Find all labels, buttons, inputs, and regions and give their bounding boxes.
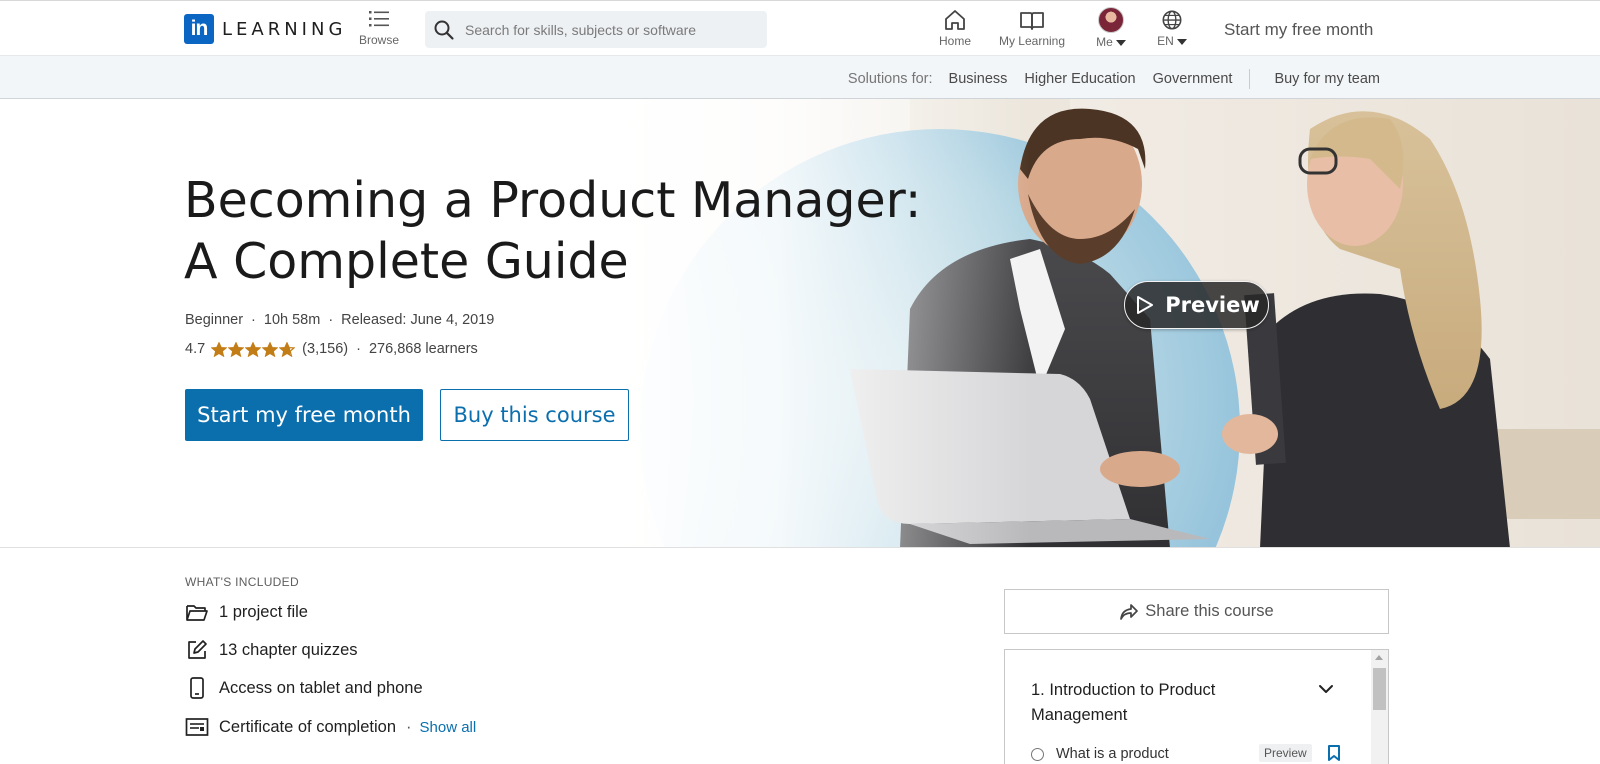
course-meta: Beginner · 10h 58m · Released: June 4, 2019 <box>185 312 495 328</box>
nav-language-label: EN <box>1157 34 1174 48</box>
solutions-higher-education-link[interactable]: Higher Education <box>1024 71 1135 87</box>
nav-my-learning-label: My Learning <box>998 34 1066 48</box>
whats-included-heading: WHAT'S INCLUDED <box>185 575 299 589</box>
hero-fade <box>610 99 1030 547</box>
star-icon <box>279 341 296 357</box>
rating-value: 4.7 <box>185 341 206 357</box>
share-icon <box>1120 603 1139 620</box>
globe-icon <box>1162 10 1182 30</box>
top-navigation: in LEARNING Browse Home My Learning <box>0 0 1600 56</box>
solutions-bar: Solutions for: Business Higher Education… <box>0 56 1600 99</box>
buy-for-team-link[interactable]: Buy for my team <box>1274 71 1380 87</box>
lesson-status-icon <box>1031 747 1044 761</box>
nav-home[interactable]: Home <box>930 7 980 48</box>
lesson-item[interactable]: What is a product Preview <box>1031 744 1361 762</box>
rating-stars <box>211 341 296 357</box>
preview-badge: Preview <box>1259 744 1312 762</box>
list-icon <box>369 11 389 27</box>
scrollbar-thumb[interactable] <box>1373 668 1386 710</box>
chevron-down-icon[interactable] <box>1318 684 1334 694</box>
linkedin-logo-badge: in <box>184 14 214 44</box>
folder-icon <box>186 605 208 621</box>
nav-me[interactable]: Me <box>1089 7 1133 49</box>
course-level: Beginner <box>185 312 244 328</box>
bookmark-icon[interactable] <box>1327 745 1341 761</box>
caret-down-icon <box>1115 39 1126 46</box>
course-hero: Becoming a Product Manager: A Complete G… <box>0 99 1600 548</box>
course-contents-panel: 1. Introduction to Product Management Wh… <box>1004 649 1389 764</box>
start-free-month-button[interactable]: Start my free month <box>185 389 423 441</box>
included-item: Access on tablet and phone <box>185 676 423 700</box>
certificate-icon <box>185 718 209 736</box>
home-icon <box>945 10 965 30</box>
buy-course-button[interactable]: Buy this course <box>440 389 629 441</box>
star-icon <box>245 341 262 357</box>
star-icon <box>262 341 279 357</box>
share-course-button[interactable]: Share this course <box>1004 589 1389 634</box>
included-item: 13 chapter quizzes <box>185 638 358 662</box>
course-release-date: Released: June 4, 2019 <box>341 312 495 328</box>
included-item: Certificate of completion · Show all <box>185 715 476 739</box>
included-item-label: Access on tablet and phone <box>219 678 423 697</box>
star-icon <box>211 341 228 357</box>
phone-icon <box>190 677 204 699</box>
scrollbar[interactable] <box>1371 650 1388 764</box>
solutions-government-link[interactable]: Government <box>1153 71 1233 87</box>
caret-down-icon <box>1176 38 1187 45</box>
divider <box>1249 69 1251 89</box>
solutions-business-link[interactable]: Business <box>949 71 1008 87</box>
learner-count: 276,868 learners <box>368 341 478 357</box>
included-item-label: 13 chapter quizzes <box>219 640 358 659</box>
search-box <box>425 11 767 48</box>
included-item: 1 project file <box>185 600 308 624</box>
lesson-title[interactable]: What is a product <box>1056 746 1169 762</box>
course-rating-row: 4.7 (3,156) · 276,868 learners <box>185 341 478 357</box>
included-item-label: Certificate of completion <box>219 717 396 736</box>
avatar <box>1098 7 1124 33</box>
course-title: Becoming a Product Manager: A Complete G… <box>184 172 922 290</box>
book-icon <box>1020 12 1044 30</box>
play-icon <box>1137 296 1154 314</box>
nav-my-learning[interactable]: My Learning <box>994 7 1070 48</box>
included-item-label: 1 project file <box>219 602 308 621</box>
browse-button[interactable]: Browse <box>352 7 406 47</box>
browse-label: Browse <box>358 33 399 47</box>
rating-count[interactable]: (3,156) <box>302 341 348 357</box>
preview-label: Preview <box>1165 293 1260 317</box>
logo-text: LEARNING <box>222 18 347 40</box>
search-icon <box>434 20 454 40</box>
scroll-up-arrow[interactable] <box>1375 655 1383 660</box>
nav-me-label: Me <box>1096 35 1113 49</box>
star-icon <box>228 341 245 357</box>
course-duration: 10h 58m <box>263 312 321 328</box>
nav-home-label: Home <box>938 34 971 48</box>
solutions-label: Solutions for: <box>847 71 933 87</box>
chapter-title[interactable]: 1. Introduction to Product Management <box>1031 678 1271 728</box>
search-input[interactable] <box>465 21 755 38</box>
show-all-link[interactable]: Show all <box>420 719 477 736</box>
preview-button[interactable]: Preview <box>1124 281 1269 329</box>
share-label: Share this course <box>1145 602 1274 620</box>
linkedin-learning-logo[interactable]: in LEARNING <box>184 14 346 44</box>
edit-icon <box>188 640 207 659</box>
nav-language[interactable]: EN <box>1152 7 1192 48</box>
start-free-month-link[interactable]: Start my free month <box>1224 20 1373 40</box>
